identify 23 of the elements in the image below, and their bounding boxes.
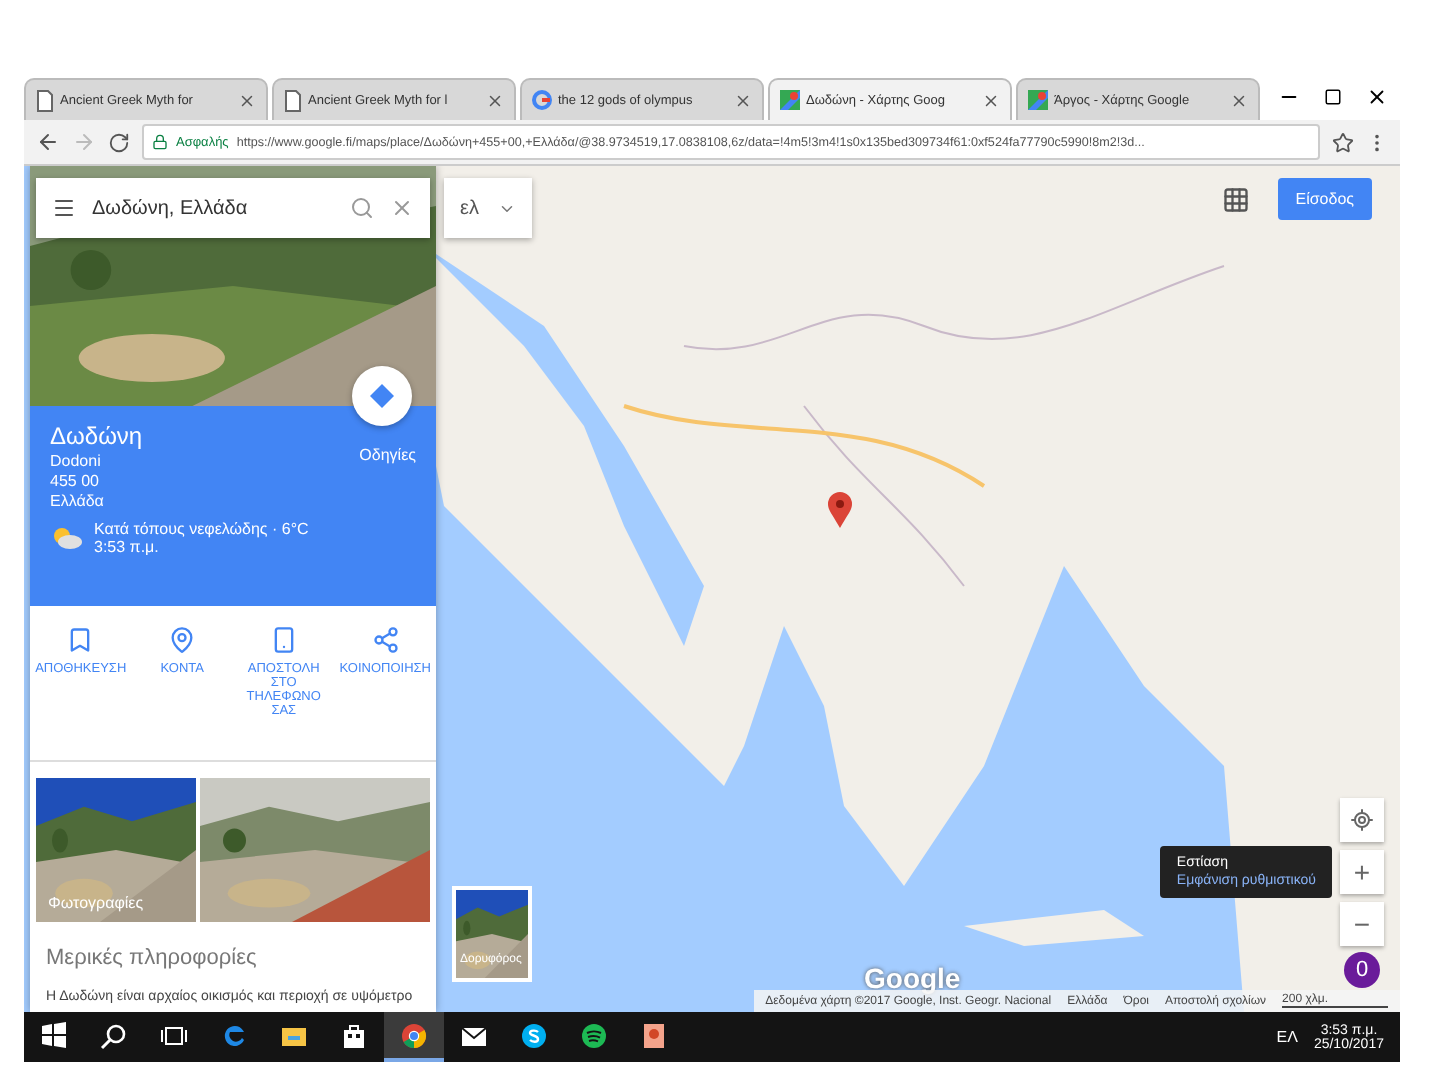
search-icon (100, 1021, 128, 1049)
lock-icon (152, 134, 168, 150)
taskbar-app[interactable] (384, 1012, 444, 1062)
close-icon[interactable] (1366, 86, 1388, 108)
map-icon (1028, 90, 1048, 110)
chat-icon (520, 1021, 548, 1049)
map-icon (780, 90, 800, 110)
task-view-icon (160, 1021, 188, 1049)
reload-icon[interactable] (108, 131, 130, 153)
back-icon[interactable] (36, 130, 60, 154)
document-icon (284, 89, 302, 111)
maximize-icon[interactable] (1324, 88, 1342, 106)
document-icon (36, 89, 54, 111)
chrome-icon (400, 1021, 428, 1049)
shopping-bag-icon (340, 1021, 368, 1049)
windows-icon (40, 1021, 68, 1049)
star-icon[interactable] (1332, 131, 1354, 153)
close-icon[interactable] (982, 91, 1000, 109)
music-icon (580, 1021, 608, 1049)
browser-icon (220, 1021, 248, 1049)
google-icon (532, 90, 552, 110)
presentation-icon (640, 1021, 668, 1049)
language-indicator[interactable]: ΕΛ (1276, 1028, 1298, 1046)
